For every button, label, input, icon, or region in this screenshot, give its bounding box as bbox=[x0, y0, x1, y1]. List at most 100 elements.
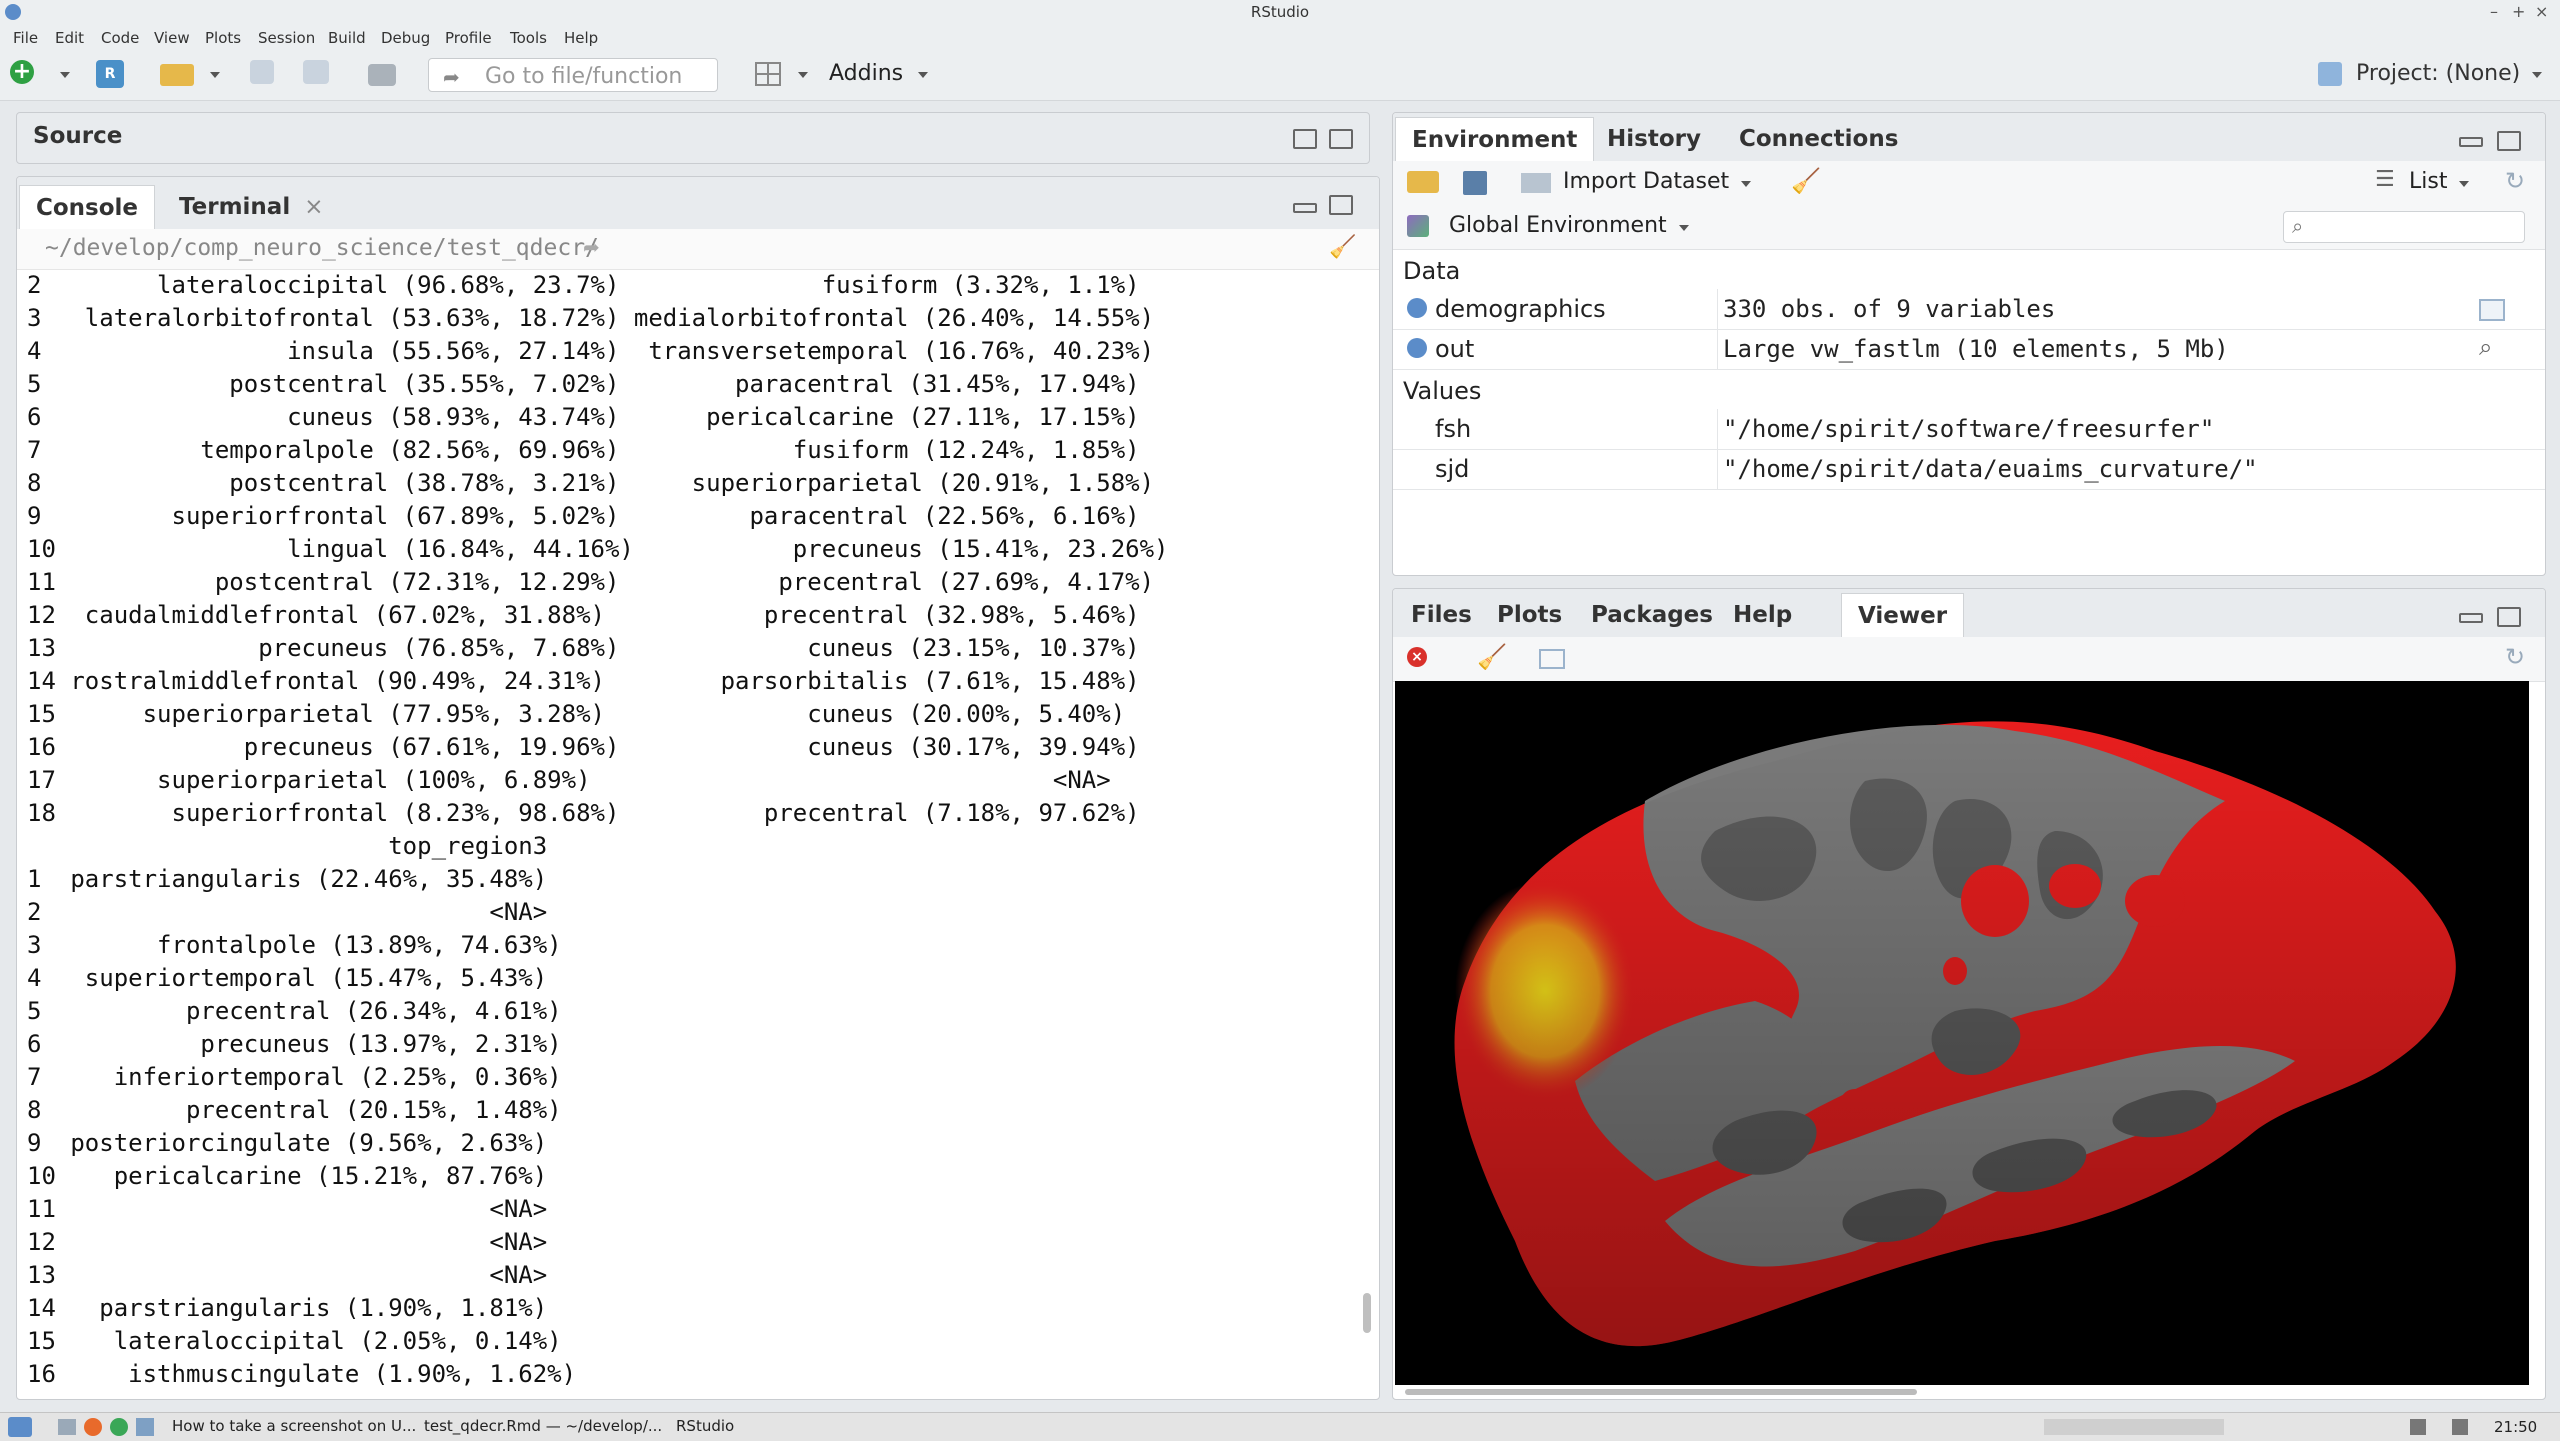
volume-icon[interactable] bbox=[2452, 1419, 2468, 1435]
scope-dropdown-icon[interactable] bbox=[1679, 225, 1689, 231]
import-dropdown-icon[interactable] bbox=[1741, 181, 1751, 187]
refresh-viewer-icon[interactable]: ↻ bbox=[2505, 643, 2525, 671]
brain-surface-render[interactable] bbox=[1395, 681, 2529, 1385]
tab-environment[interactable]: Environment bbox=[1395, 117, 1595, 162]
list-view-menu[interactable]: List bbox=[2409, 169, 2447, 194]
addins-menu[interactable]: Addins bbox=[829, 61, 903, 86]
console-output[interactable]: 2 lateraloccipital (96.68%, 23.7%) fusif… bbox=[17, 269, 1357, 1399]
console-output-line: 17 superiorparietal (100%, 6.89%) <NA> bbox=[27, 766, 1111, 794]
maximize-icon[interactable]: + bbox=[2512, 2, 2525, 21]
console-output-line: 5 postcentral (35.55%, 7.02%) paracentra… bbox=[27, 370, 1140, 398]
new-project-icon[interactable]: R bbox=[96, 60, 124, 88]
chrome-icon[interactable] bbox=[110, 1418, 128, 1436]
workspace-switcher[interactable] bbox=[2044, 1419, 2224, 1435]
view-table-icon[interactable] bbox=[2479, 299, 2505, 321]
minimize-viewer-icon[interactable] bbox=[2459, 613, 2483, 623]
env-row-demographics[interactable]: demographics 330 obs. of 9 variables bbox=[1393, 289, 2545, 330]
console-output-line: 18 superiorfrontal (8.23%, 98.68%) prece… bbox=[27, 799, 1140, 827]
menu-build[interactable]: Build bbox=[328, 29, 366, 47]
inspect-icon[interactable]: ⌕ bbox=[2479, 333, 2492, 361]
close-terminal-icon[interactable]: × bbox=[304, 194, 323, 220]
stop-viewer-icon[interactable]: × bbox=[1407, 647, 1427, 667]
menu-file[interactable]: File bbox=[13, 29, 38, 47]
desktop-icon[interactable] bbox=[58, 1419, 76, 1435]
console-working-directory[interactable]: ~/develop/comp_neuro_science/test_qdecr/ bbox=[45, 235, 599, 261]
tab-console[interactable]: Console bbox=[19, 185, 156, 230]
restore-console-icon[interactable] bbox=[1329, 195, 1353, 215]
print-icon[interactable] bbox=[368, 64, 396, 86]
load-workspace-icon[interactable] bbox=[1407, 171, 1439, 193]
minimize-env-icon[interactable] bbox=[2459, 137, 2483, 147]
menu-view[interactable]: View bbox=[154, 29, 190, 47]
open-file-dropdown-icon[interactable] bbox=[210, 72, 220, 78]
goto-arrow-icon: ➦ bbox=[443, 65, 460, 89]
save-icon[interactable] bbox=[250, 60, 274, 84]
list-dropdown-icon[interactable] bbox=[2459, 181, 2469, 187]
show-in-window-icon[interactable] bbox=[1539, 649, 1565, 669]
grid-layout-icon[interactable] bbox=[755, 62, 781, 86]
tab-help[interactable]: Help bbox=[1717, 593, 1808, 637]
env-row-sjd[interactable]: sjd "/home/spirit/data/euaims_curvature/… bbox=[1393, 449, 2545, 490]
console-scrollbar[interactable] bbox=[1363, 1293, 1371, 1333]
clear-console-icon[interactable]: 🧹 bbox=[1329, 235, 1356, 260]
viewer-horizontal-scrollbar[interactable] bbox=[1405, 1389, 1917, 1395]
save-all-icon[interactable] bbox=[303, 60, 329, 84]
go-to-file-input[interactable]: ➦ Go to file/function bbox=[428, 58, 718, 92]
menu-code[interactable]: Code bbox=[101, 29, 139, 47]
minimize-icon[interactable]: – bbox=[2490, 2, 2498, 21]
console-output-line: top_region3 bbox=[27, 832, 548, 860]
close-icon[interactable]: × bbox=[2535, 2, 2548, 21]
menu-help[interactable]: Help bbox=[564, 29, 598, 47]
maximize-viewer-icon[interactable] bbox=[2497, 607, 2521, 627]
expand-icon[interactable] bbox=[1407, 298, 1427, 318]
minimize-console-icon[interactable] bbox=[1293, 203, 1317, 213]
expand-icon[interactable] bbox=[1407, 338, 1427, 358]
project-menu[interactable]: Project: (None) bbox=[2356, 61, 2520, 86]
taskbar-task-editor[interactable]: test_qdecr.Rmd — ~/develop/... bbox=[424, 1417, 666, 1437]
tab-viewer[interactable]: Viewer bbox=[1841, 593, 1965, 638]
source-pane: Source bbox=[16, 112, 1370, 164]
maximize-env-icon[interactable] bbox=[2497, 131, 2521, 151]
import-dataset-button[interactable]: Import Dataset bbox=[1563, 169, 1729, 194]
tab-packages[interactable]: Packages bbox=[1575, 593, 1729, 637]
tab-connections[interactable]: Connections bbox=[1723, 117, 1914, 161]
menu-debug[interactable]: Debug bbox=[381, 29, 430, 47]
tab-terminal[interactable]: Terminal × bbox=[163, 185, 340, 229]
menu-profile[interactable]: Profile bbox=[445, 29, 492, 47]
new-file-dropdown-icon[interactable] bbox=[60, 72, 70, 78]
taskbar-task-label: RStudio bbox=[676, 1417, 735, 1435]
menu-session[interactable]: Session bbox=[258, 29, 315, 47]
clear-workspace-icon[interactable]: 🧹 bbox=[1791, 167, 1821, 195]
maximize-pane-icon[interactable] bbox=[1329, 129, 1353, 149]
tab-files[interactable]: Files bbox=[1395, 593, 1488, 637]
console-output-line: 14 parstriangularis (1.90%, 1.81%) bbox=[27, 1294, 548, 1322]
save-workspace-icon[interactable] bbox=[1463, 171, 1487, 195]
tab-history[interactable]: History bbox=[1591, 117, 1717, 161]
taskbar-task-rstudio[interactable]: RStudio bbox=[676, 1417, 876, 1437]
taskbar-task-browser[interactable]: How to take a screenshot on U... bbox=[172, 1417, 416, 1437]
project-dropdown-icon[interactable] bbox=[2532, 72, 2542, 78]
goto-directory-icon[interactable]: ➦ bbox=[583, 235, 600, 259]
tab-plots[interactable]: Plots bbox=[1481, 593, 1578, 637]
env-row-out[interactable]: out Large vw_fastlm (10 elements, 5 Mb) … bbox=[1393, 329, 2545, 370]
restore-pane-icon[interactable] bbox=[1293, 129, 1317, 149]
menu-edit[interactable]: Edit bbox=[55, 29, 84, 47]
console-output-line: 16 precuneus (67.61%, 19.96%) cuneus (30… bbox=[27, 733, 1140, 761]
files-icon[interactable] bbox=[136, 1418, 154, 1436]
env-row-fsh[interactable]: fsh "/home/spirit/software/freesurfer" bbox=[1393, 409, 2545, 450]
open-file-icon[interactable] bbox=[160, 64, 194, 86]
start-menu-icon[interactable] bbox=[8, 1417, 32, 1437]
menu-tools[interactable]: Tools bbox=[510, 29, 547, 47]
clear-viewer-icon[interactable]: 🧹 bbox=[1477, 643, 1507, 671]
clock[interactable]: 21:50 bbox=[2494, 1418, 2537, 1436]
grid-dropdown-icon[interactable] bbox=[798, 72, 808, 78]
refresh-env-icon[interactable]: ↻ bbox=[2505, 167, 2525, 195]
env-var-name: demographics bbox=[1435, 295, 1606, 323]
env-search-input[interactable]: ⌕ bbox=[2283, 211, 2525, 243]
console-output-line: 9 superiorfrontal (67.89%, 5.02%) parace… bbox=[27, 502, 1140, 530]
new-file-icon[interactable]: + bbox=[10, 60, 34, 84]
firefox-icon[interactable] bbox=[84, 1418, 102, 1436]
menu-plots[interactable]: Plots bbox=[205, 29, 241, 47]
global-environment-menu[interactable]: Global Environment bbox=[1449, 213, 1667, 238]
addins-dropdown-icon[interactable] bbox=[918, 72, 928, 78]
